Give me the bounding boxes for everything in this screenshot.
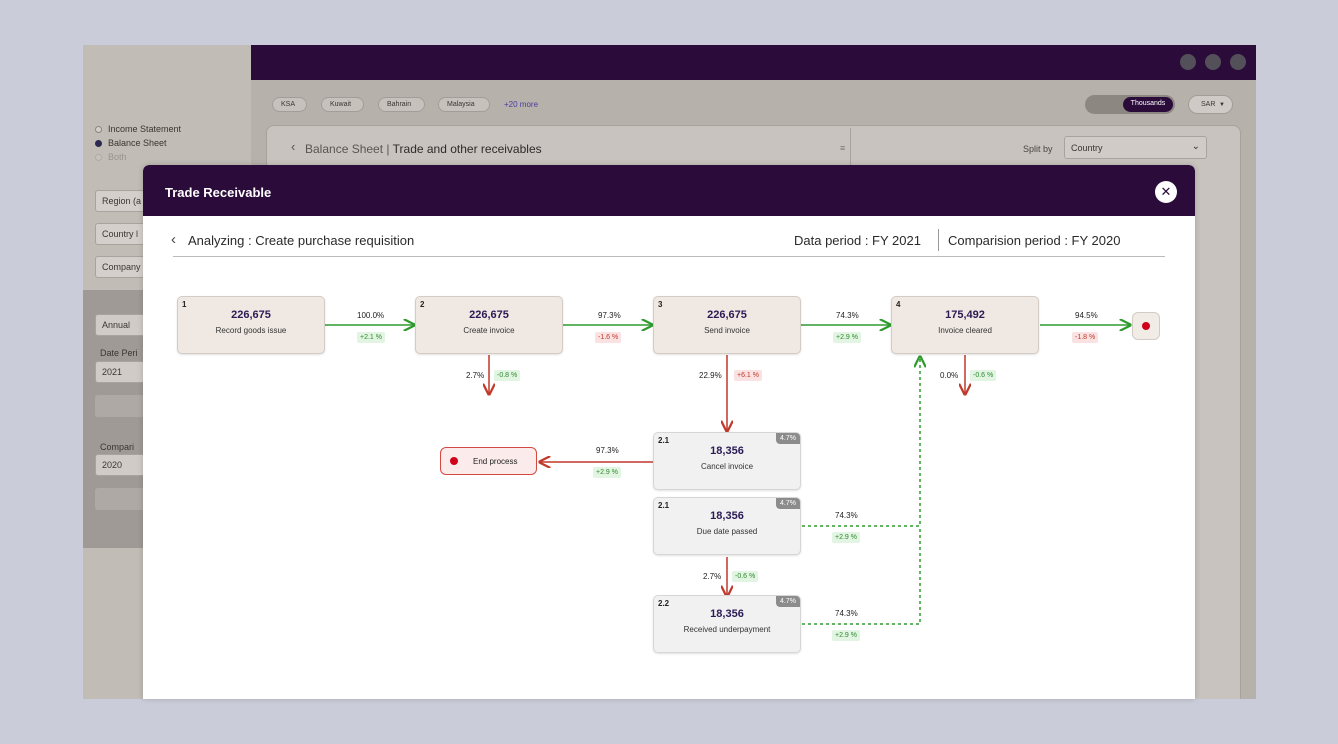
edge-delta-badge: +6.1 % xyxy=(734,370,762,381)
process-flow: 1 226,675 Record goods issue 2 226,675 C… xyxy=(143,165,1195,699)
panel-title-light: Balance Sheet xyxy=(305,142,384,156)
node-label: Cancel invoice xyxy=(700,462,754,471)
node-share-badge: 4.7% xyxy=(776,433,800,444)
node-label: Received underpayment xyxy=(683,625,771,634)
window-dot-icon[interactable] xyxy=(1230,54,1246,70)
split-by-value: Country xyxy=(1071,143,1103,153)
edge-percent: 2.7% xyxy=(703,572,722,581)
balance-sheet-radio[interactable]: Balance Sheet xyxy=(95,138,167,148)
edge-delta-badge: -0.6 % xyxy=(970,370,997,381)
edge-delta-badge: +2.9 % xyxy=(593,467,621,478)
income-statement-radio[interactable]: Income Statement xyxy=(95,124,181,134)
split-by-select[interactable]: Country ⌄ xyxy=(1064,136,1207,159)
edge-delta-badge: -1.8 % xyxy=(1072,332,1099,343)
split-by-label: Split by xyxy=(1023,144,1053,154)
node-label: Send invoice xyxy=(704,326,750,335)
node-value: 18,356 xyxy=(710,445,744,457)
window-dot-icon[interactable] xyxy=(1180,54,1196,70)
end-process-label: End process xyxy=(473,457,518,466)
node-label: Invoice cleared xyxy=(938,326,992,335)
radio-label: Income Statement xyxy=(108,124,182,134)
node-share-badge: 4.7% xyxy=(776,498,800,509)
node-id: 2.1 xyxy=(658,501,670,510)
both-radio[interactable]: Both xyxy=(95,152,127,162)
edge-delta-badge: +2.9 % xyxy=(832,630,860,641)
chevron-left-icon[interactable]: ‹ xyxy=(291,139,295,154)
node-id: 2.2 xyxy=(658,599,670,608)
panel-divider xyxy=(850,128,851,168)
edge-percent: 97.3% xyxy=(596,446,619,455)
node-label: Record goods issue xyxy=(215,326,287,335)
edge-percent: 74.3% xyxy=(835,609,858,618)
node-value: 18,356 xyxy=(710,608,744,620)
node-id: 3 xyxy=(658,300,663,309)
radio-label: Both xyxy=(108,152,127,162)
node-value: 175,492 xyxy=(945,309,985,321)
menu-icon[interactable]: ≡ xyxy=(840,143,845,153)
node-value: 226,675 xyxy=(231,309,271,321)
edge-percent: 97.3% xyxy=(598,311,621,320)
end-dot-icon xyxy=(1142,322,1150,330)
node-share-badge: 4.7% xyxy=(776,596,800,607)
radio-dot-selected xyxy=(95,139,102,147)
edge-delta-badge: +2.9 % xyxy=(832,532,860,543)
node-id: 2.1 xyxy=(658,436,670,445)
node-id: 1 xyxy=(182,300,187,309)
radio-label: Balance Sheet xyxy=(108,138,167,148)
comparison-period-label: Compari xyxy=(100,442,135,452)
edge-percent: 22.9% xyxy=(699,371,722,380)
filter-chip-ksa[interactable]: KSA xyxy=(272,97,307,112)
edge-delta-badge: +2.1 % xyxy=(357,332,385,343)
edge-delta-badge: -0.8 % xyxy=(494,370,521,381)
filter-chip-bahrain[interactable]: Bahrain xyxy=(378,97,425,112)
unit-toggle[interactable]: Thousands xyxy=(1085,95,1175,114)
edge-percent: 0.0% xyxy=(940,371,959,380)
trade-receivable-modal: Trade Receivable ✕ ‹ Analyzing : Create … xyxy=(143,165,1195,699)
flow-node-send-invoice[interactable]: 3 226,675 Send invoice xyxy=(653,296,801,354)
caret-down-icon: ▼ xyxy=(1219,102,1225,108)
filter-chip-malaysia[interactable]: Malaysia xyxy=(438,97,490,112)
node-id: 2 xyxy=(420,300,425,309)
edge-percent: 100.0% xyxy=(357,311,385,320)
edge-delta-badge: +2.9 % xyxy=(833,332,861,343)
end-process-node[interactable]: End process xyxy=(440,447,537,475)
panel-title-bold: Trade and other receivables xyxy=(392,142,542,156)
panel-title: Balance Sheet | Trade and other receivab… xyxy=(305,142,542,156)
node-value: 226,675 xyxy=(469,309,509,321)
end-node[interactable] xyxy=(1132,312,1160,340)
date-period-label: Date Peri xyxy=(100,348,138,358)
window-dot-icon[interactable] xyxy=(1205,54,1221,70)
flow-node-record-goods-issue[interactable]: 1 226,675 Record goods issue xyxy=(177,296,325,354)
toggle-thousands[interactable]: Thousands xyxy=(1123,97,1173,112)
currency-label: SAR xyxy=(1201,101,1216,108)
node-value: 226,675 xyxy=(707,309,747,321)
node-value: 18,356 xyxy=(710,510,744,522)
edge-delta-badge: -0.6 % xyxy=(732,571,759,582)
edge-delta-badge: -1.6 % xyxy=(595,332,622,343)
flow-node-create-invoice[interactable]: 2 226,675 Create invoice xyxy=(415,296,563,354)
edge-percent: 74.3% xyxy=(836,311,859,320)
node-label: Due date passed xyxy=(696,527,758,536)
chevron-down-icon: ⌄ xyxy=(1191,141,1200,152)
node-id: 4 xyxy=(896,300,901,309)
end-dot-icon xyxy=(450,457,458,465)
flow-node-due-date-passed[interactable]: 2.1 4.7% 18,356 Due date passed xyxy=(653,497,801,555)
radio-dot xyxy=(95,125,102,133)
edge-percent: 94.5% xyxy=(1075,311,1098,320)
radio-dot xyxy=(95,153,102,161)
node-label: Create invoice xyxy=(463,326,515,335)
top-bar xyxy=(251,45,1256,80)
flow-node-received-underpayment[interactable]: 2.2 4.7% 18,356 Received underpayment xyxy=(653,595,801,653)
flow-node-invoice-cleared[interactable]: 4 175,492 Invoice cleared xyxy=(891,296,1039,354)
edge-percent: 74.3% xyxy=(835,511,858,520)
edge-percent: 2.7% xyxy=(466,371,485,380)
flow-node-cancel-invoice[interactable]: 2.1 4.7% 18,356 Cancel invoice xyxy=(653,432,801,490)
more-filters-link[interactable]: +20 more xyxy=(504,100,538,109)
currency-select[interactable]: SAR ▼ xyxy=(1188,95,1233,114)
filter-chip-kuwait[interactable]: Kuwait xyxy=(321,97,364,112)
